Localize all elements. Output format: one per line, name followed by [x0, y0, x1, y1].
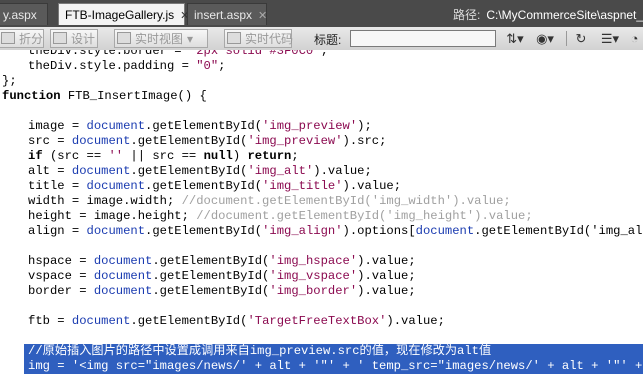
file-management-icon[interactable]: ⇅▾ [503, 30, 527, 47]
title-input[interactable] [350, 30, 496, 47]
tab-label: FTB-ImageGallery.js [65, 8, 175, 22]
tab-label: y.aspx [3, 8, 37, 22]
code-line[interactable]: img = '<img src="images/news/' + alt + '… [28, 359, 642, 374]
code-editor[interactable]: theDiv.style.border = "2px solid #3F0C0"… [0, 50, 643, 379]
live-view-button[interactable]: 实时视图 ▾ [114, 29, 208, 48]
code-line[interactable]: title = document.getElementById('img_tit… [28, 179, 401, 194]
refresh-icon[interactable]: ↻ [572, 30, 590, 47]
tab-insert-aspx[interactable]: insert.aspx ✕ [187, 3, 267, 25]
live-code-label: 实时代码 [245, 32, 294, 46]
code-line[interactable]: if (src == '' || src == null) return; [28, 149, 299, 164]
live-code-button[interactable]: 实时代码 [224, 29, 294, 48]
design-view-icon [53, 32, 67, 44]
code-line[interactable]: height = image.height; //document.getEle… [28, 209, 533, 224]
code-line[interactable]: }; [2, 74, 17, 89]
live-code-icon [227, 32, 241, 44]
design-button[interactable]: 设计 [50, 29, 98, 48]
tab-label: insert.aspx [194, 8, 253, 22]
browser-preview-icon[interactable]: ◉▾ [533, 30, 557, 47]
code-line[interactable]: theDiv.style.padding = "0"; [28, 59, 226, 74]
split-button[interactable]: 折分 [0, 29, 44, 48]
close-icon[interactable]: ✕ [258, 5, 267, 27]
design-label: 设计 [71, 32, 96, 46]
code-line[interactable]: align = document.getElementById('img_ali… [28, 224, 643, 239]
visual-aids-icon[interactable]: ◔ [626, 30, 643, 47]
toolbar-separator [566, 31, 567, 46]
file-path: 路径: C:\MyCommerceSite\aspnet_clien [453, 6, 643, 23]
live-view-icon [117, 32, 131, 44]
split-label: 折分 [19, 32, 44, 46]
view-options-icon[interactable]: ☰▾ [597, 30, 623, 47]
code-line[interactable]: //原始插入图片的路径中设置成调用来自img_preview.src的值，现在修… [28, 344, 491, 359]
code-line[interactable]: alt = document.getElementById('img_alt')… [28, 164, 372, 179]
code-line[interactable]: function FTB_InsertImage() { [2, 89, 207, 104]
path-value: C:\MyCommerceSite\aspnet_clien [486, 8, 643, 22]
title-label: 标题: [314, 33, 342, 47]
code-line[interactable]: border = document.getElementById('img_bo… [28, 284, 416, 299]
code-line[interactable]: vspace = document.getElementById('img_vs… [28, 269, 416, 284]
code-line[interactable]: theDiv.style.border = "2px solid #3F0C0"… [28, 50, 328, 59]
tab-ftb-imagegallery-js[interactable]: FTB-ImageGallery.js ✕ [58, 3, 189, 25]
split-view-icon [1, 32, 15, 44]
code-line[interactable]: image = document.getElementById('img_pre… [28, 119, 372, 134]
live-view-label: 实时视图 [135, 32, 184, 46]
document-toolbar: 折分 设计 实时视图 ▾ 实时代码 标题: ⇅▾ ◉▾ ↻ ☰▾ ◔ [0, 27, 643, 51]
code-line[interactable]: width = image.width; //document.getEleme… [28, 194, 511, 209]
tab-y-aspx[interactable]: y.aspx [0, 3, 48, 25]
document-tab-bar: y.aspx FTB-ImageGallery.js ✕ insert.aspx ✕… [0, 0, 643, 27]
path-label: 路径: [453, 8, 481, 22]
dropdown-arrow-icon: ▾ [187, 32, 194, 46]
code-line[interactable]: ftb = document.getElementById('TargetFre… [28, 314, 445, 329]
code-line[interactable]: hspace = document.getElementById('img_hs… [28, 254, 416, 269]
code-line[interactable]: src = document.getElementById('img_previ… [28, 134, 386, 149]
